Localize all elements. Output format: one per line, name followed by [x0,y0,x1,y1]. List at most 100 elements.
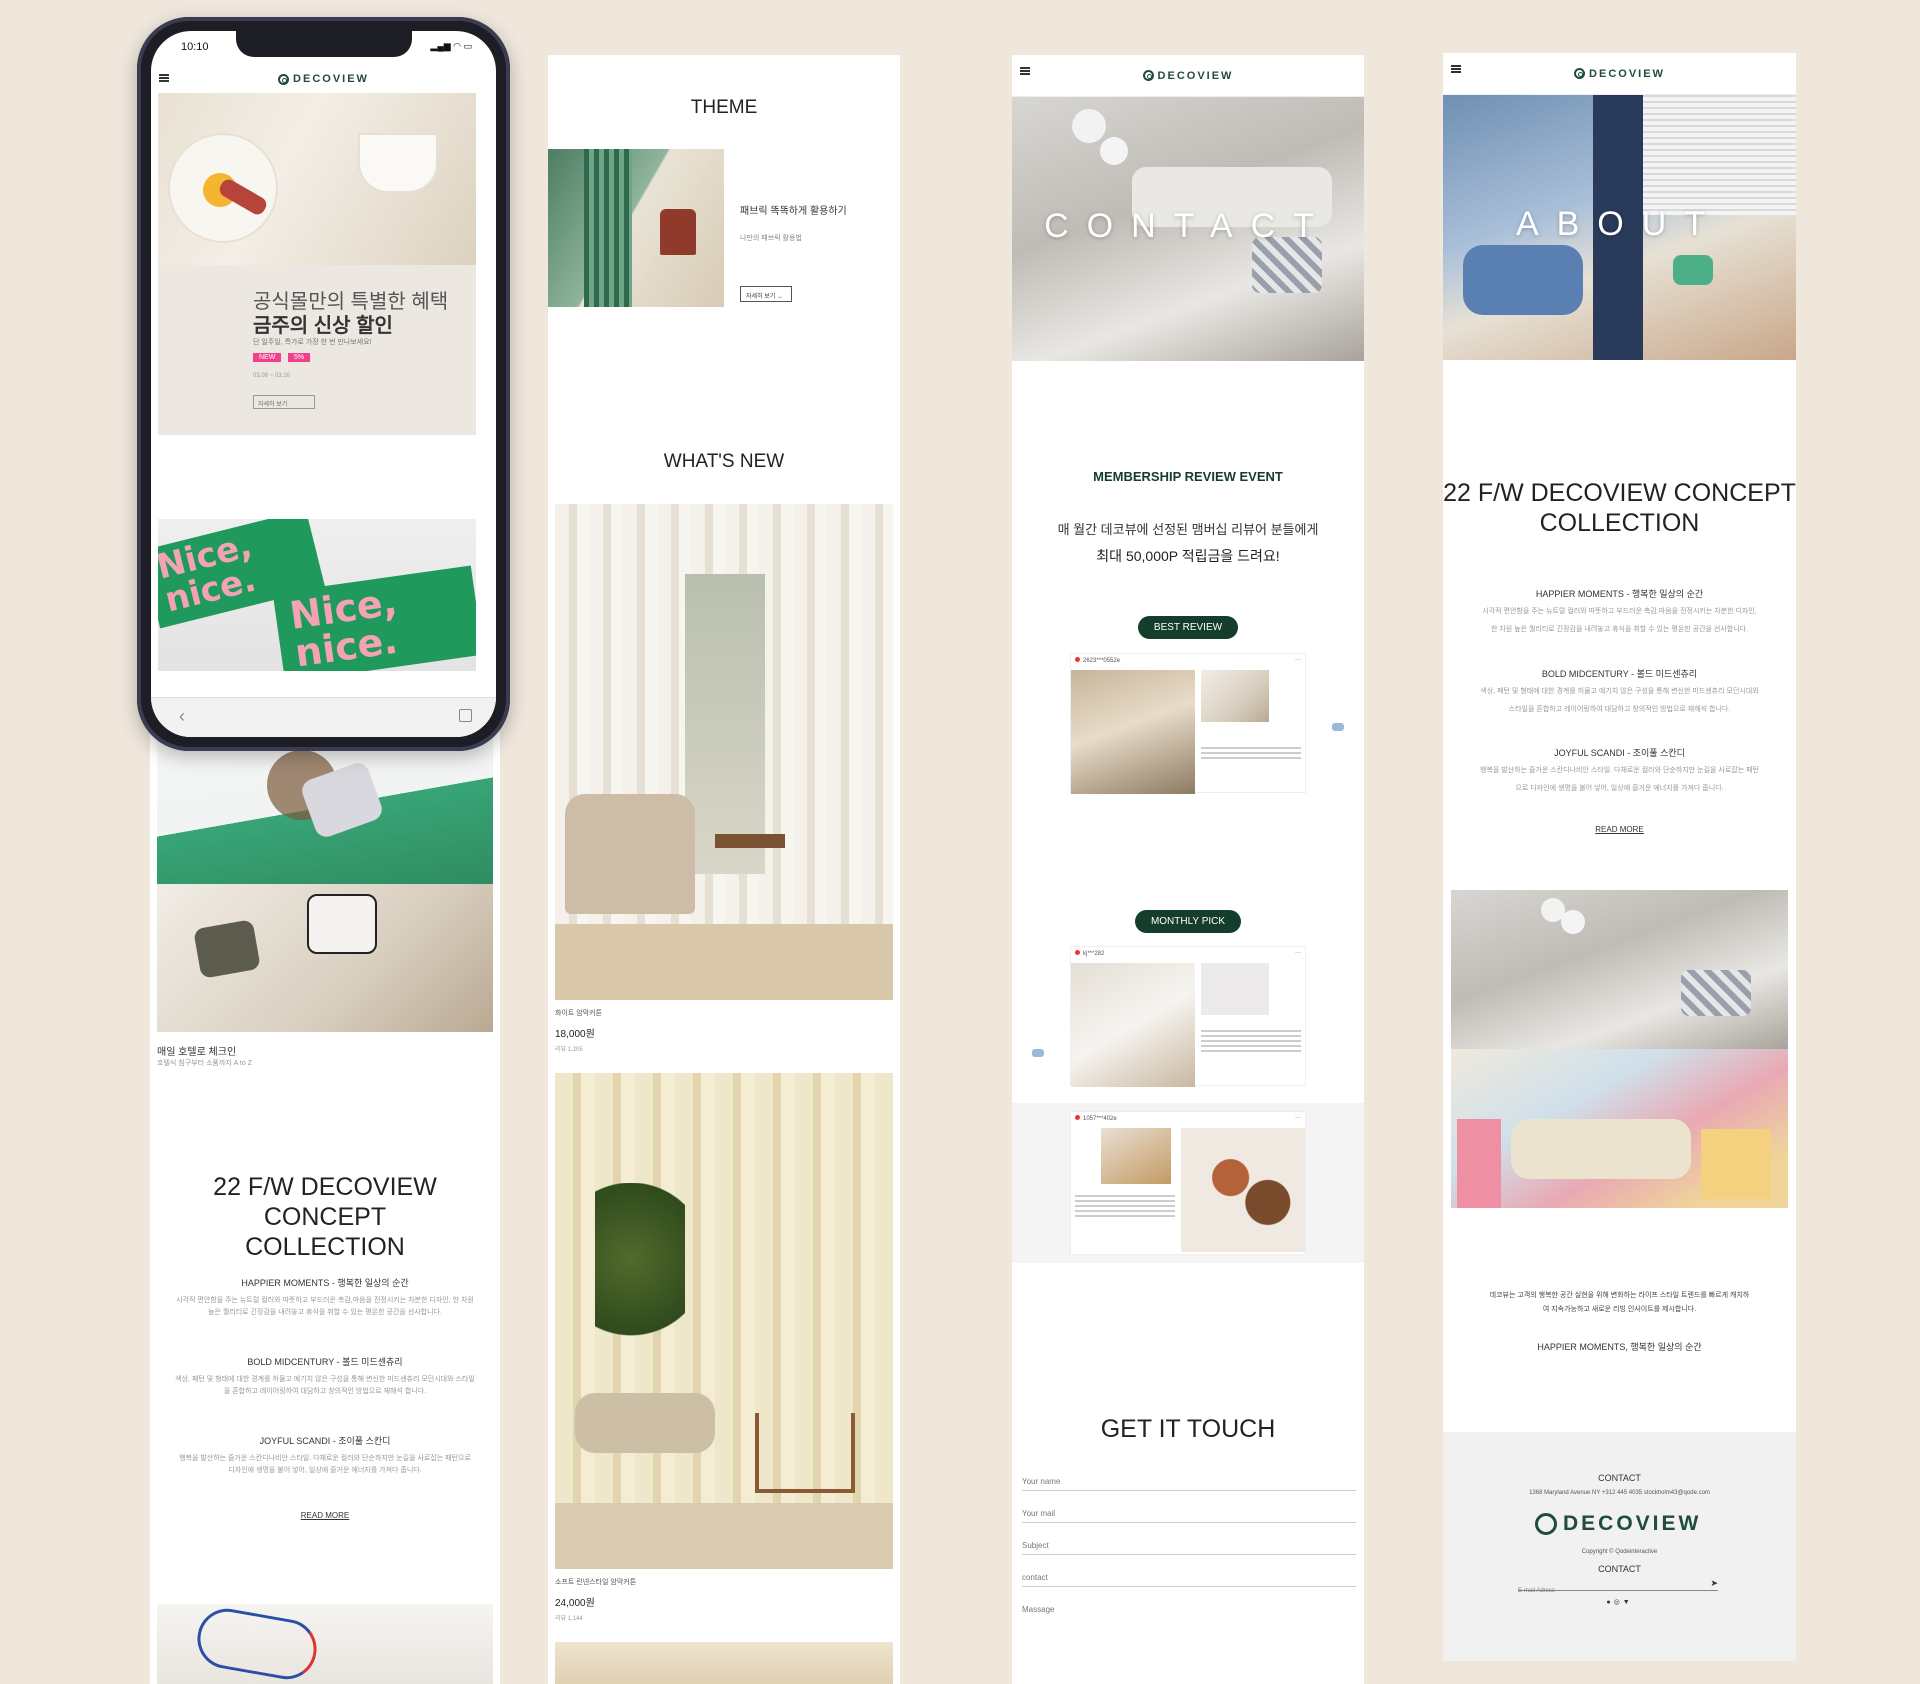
tabs-icon[interactable] [459,709,472,722]
section-title: HAPPIER MOMENTS - 행복한 일상의 순간 [241,1278,409,1288]
footer-copyright: Copyright © Qodeinteractive [1581,1549,1658,1555]
newsletter-input[interactable]: E-mail Adress ➤ [1518,1578,1718,1594]
feed-image-small [1201,963,1269,1015]
feed-caption [1201,744,1301,762]
footer-contact-title: CONTACT [1598,1473,1641,1483]
theme-item-title[interactable]: 패브릭 똑똑하게 활용하기 [740,202,847,217]
review-feed-card[interactable]: 1057***402e ··· [1070,1111,1306,1255]
best-review-button[interactable]: BEST REVIEW [1137,616,1239,639]
product-review: 리뷰 1,205 [555,1047,583,1053]
feed-strip: 1057***402e ··· [1012,1103,1364,1263]
badge-new: NEW [253,353,282,362]
section-body: 행복을 발산하는 즐거운 스칸디나비안 스타일. 다채로운 컬러와 단순하지만 … [1480,767,1759,774]
item-title[interactable]: 매일 호텔로 체크인 [157,1043,236,1058]
best-review-wrap: BEST REVIEW [1012,616,1364,639]
theme-detail-button[interactable]: 자세히 보기 → [740,286,792,302]
subject-field[interactable]: Subject [1022,1537,1356,1555]
product-price: 18,000원 [555,1029,595,1040]
email-field[interactable]: Your mail [1022,1505,1356,1523]
product-image-white-curtain[interactable] [555,504,893,1000]
theme-title: THEME [690,97,758,118]
event-title: MEMBERSHIP REVIEW EVENT [1093,469,1283,484]
logo-mark-icon [1142,70,1154,81]
menu-icon[interactable] [1451,65,1461,73]
concept-title-line2: COLLECTION [1539,509,1700,537]
name-field[interactable]: Your name [1022,1473,1356,1491]
footer-logo[interactable]: DECOVIEW [1535,1512,1701,1536]
read-more-link[interactable]: READ MORE [1443,825,1796,834]
concept-title: 22 F/W DECOVIEW CONCEPT COLLECTION [150,1172,500,1262]
about-image-living [1451,1049,1788,1208]
read-more-link[interactable]: READ MORE [150,1511,500,1520]
footer-address: 1368 Maryland Avenue NY +312 445 4035 st… [1529,1490,1710,1496]
logo-text: DECOVIEW [293,73,369,85]
section-body: 시각적 편안함을 주는 뉴트럴 컬러와 따뜻하고 부드러운 촉감,마음을 진정시… [176,1297,474,1304]
monthly-pick-button[interactable]: MONTHLY PICK [1134,910,1242,933]
twitter-icon[interactable]: ▼ [1623,1599,1633,1606]
promo-title-line2: 금주의 신상 할인 [253,315,393,337]
profile-icon [1075,1115,1080,1120]
browser-bar: ‹ [151,697,496,737]
product-image-sofa[interactable] [157,884,493,1032]
promo-illustration [157,730,493,884]
social-icons: ●◎▼ [1443,1598,1796,1606]
chat-icon[interactable] [1032,1049,1044,1057]
chat-icon[interactable] [1332,723,1344,731]
more-icon[interactable]: ··· [1295,1115,1301,1123]
footer-contact-title-2: CONTACT [1598,1564,1641,1574]
hero-title: CONTACT [1044,207,1332,245]
section-body: 을 혼합하고 레이어링하여 대담하고 창의적인 방법으로 재해석 합니다. [223,1388,427,1395]
profile-icon [1075,950,1080,955]
review-feed-card[interactable]: 2623***0552e ··· [1070,653,1306,794]
contact-field[interactable]: contact [1022,1569,1356,1587]
feed-image-small [1101,1128,1171,1184]
message-textarea[interactable]: Massage [1022,1601,1356,1684]
logo[interactable]: DECOVIEW [1142,70,1234,82]
phone-screen: 10:10 ▂▄▆ ◠ ▭ DECOVIEW 공식몰만의 특별한 혜택 금주의 … [151,31,496,737]
feed-username: 2623***0552e [1083,658,1121,664]
product-name[interactable]: 화이트 암막커튼 [555,1008,602,1018]
page-header: DECOVIEW [1012,55,1364,97]
feed-header: 2623***0552e ··· [1071,654,1305,668]
logo[interactable]: DECOVIEW [278,73,369,85]
nice-mat-image[interactable]: Nice, nice. Nice, nice. [158,519,476,671]
section-body: 시각적 편안함을 주는 뉴트럴 컬러와 따뜻하고 부드러운 촉감,마음을 진정시… [1482,608,1757,615]
theme-image[interactable] [548,149,724,307]
phone-mockup: 10:10 ▂▄▆ ◠ ▭ DECOVIEW 공식몰만의 특별한 혜택 금주의 … [137,17,510,751]
product-image-next[interactable] [555,1642,893,1684]
instagram-icon[interactable]: ◎ [1614,1599,1623,1606]
concept-section-3: JOYFUL SCANDI - 조이풀 스칸디 행복을 발산하는 즐거운 스칸디… [1453,746,1786,795]
bottom-image [157,1604,493,1684]
feed-caption [1075,1192,1175,1220]
contact-hero-image: CONTACT [1012,97,1364,361]
concept-title-line1: 22 F/W DECOVIEW CONCEPT [1443,479,1796,507]
send-icon[interactable]: ➤ [1710,1578,1718,1589]
more-icon[interactable]: ··· [1295,950,1301,958]
back-arrow-icon[interactable]: ‹ [179,706,185,727]
page-header: DECOVIEW [1443,53,1796,95]
review-feed-card[interactable]: kj***282 ··· [1070,946,1306,1087]
whats-new-title: WHAT'S NEW [663,451,785,472]
facebook-icon[interactable]: ● [1606,1599,1613,1606]
menu-icon[interactable] [159,74,169,82]
feed-image [1181,1128,1305,1252]
product-image-linen-curtain[interactable] [555,1073,893,1569]
concept-section-2: BOLD MIDCENTURY - 볼드 미드센츄리 색상, 패턴 및 형태에 … [1453,667,1786,716]
product-name[interactable]: 소프트 린넨스타일 암막커튼 [555,1577,636,1587]
menu-icon[interactable] [1020,67,1030,75]
newsletter-placeholder: E-mail Adress [1518,1588,1556,1594]
promo-image[interactable] [158,93,476,265]
mobile-page-about: DECOVIEW ABOUT 22 F/W DECOVIEW CONCEPT C… [1443,53,1796,1661]
section-body: 스타일을 혼합하고 레이어링하여 대담하고 창의적인 방법으로 재해석 합니다. [1508,706,1731,713]
more-icon[interactable]: ··· [1295,657,1301,665]
item-subtitle: 호텔식 침구부터 소품까지 A to Z [157,1060,252,1067]
mobile-page-contact: DECOVIEW CONTACT MEMBERSHIP REVIEW EVENT… [1012,55,1364,1684]
feed-header: 1057***402e ··· [1071,1112,1305,1126]
promo-button[interactable]: 자세히 보기 [253,395,315,409]
about-image-bedroom [1451,890,1788,1049]
logo[interactable]: DECOVIEW [1574,68,1665,80]
concept-title: 22 F/W DECOVIEW CONCEPT COLLECTION [1443,478,1796,538]
footer: CONTACT 1368 Maryland Avenue NY +312 445… [1443,1432,1796,1661]
section-body: 으로 디자인에 생명을 불어 넣어, 일상에 즐거운 에너지를 가져다 줍니다. [1515,785,1724,792]
status-bar: 10:10 ▂▄▆ ◠ ▭ [181,41,472,53]
